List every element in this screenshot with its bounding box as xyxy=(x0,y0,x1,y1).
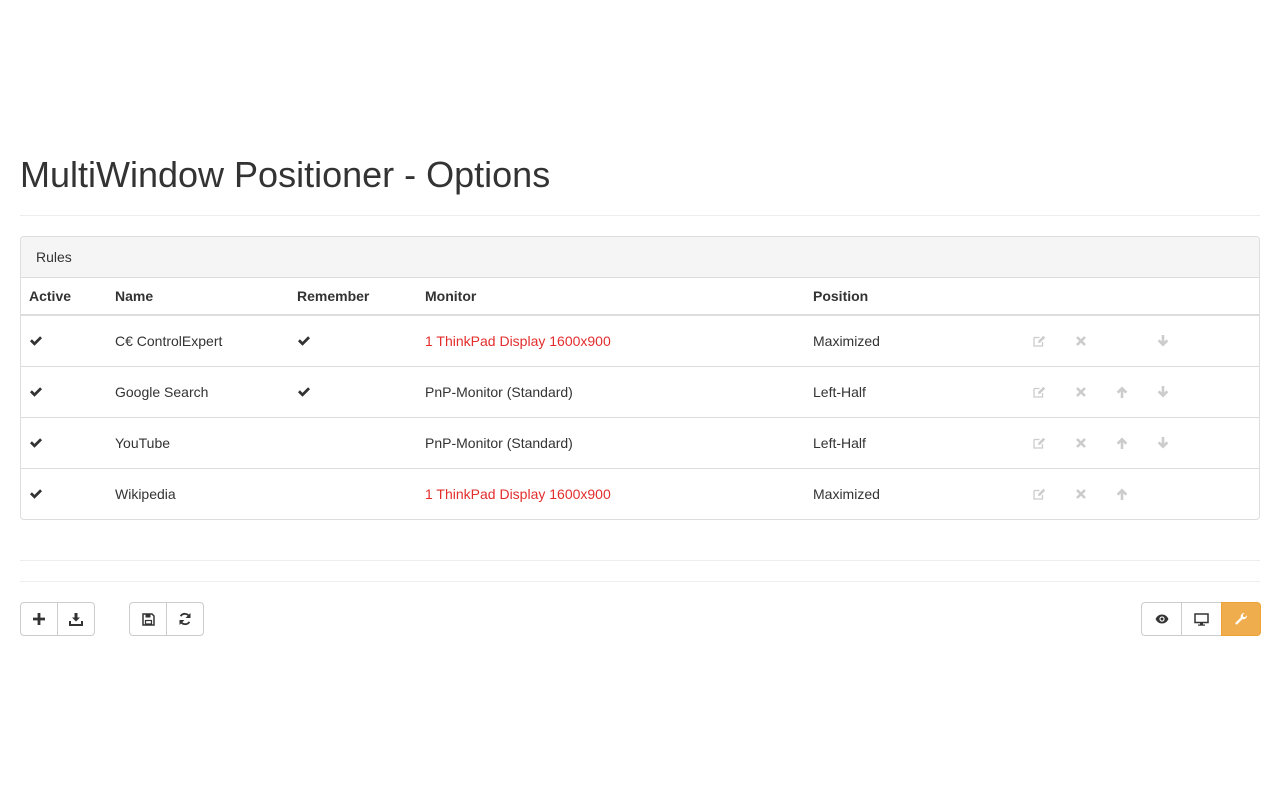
check-icon xyxy=(298,386,310,397)
save-button[interactable] xyxy=(129,602,167,636)
col-remember: Remember xyxy=(289,278,417,316)
col-monitor: Monitor xyxy=(417,278,805,316)
check-icon xyxy=(30,489,42,499)
col-active: Active xyxy=(21,278,107,316)
floppy-disk-icon xyxy=(141,612,155,626)
rules-panel-heading: Rules xyxy=(21,237,1259,278)
rules-table-header: Active Name Remember Monitor Position xyxy=(21,278,1259,316)
preview-button[interactable] xyxy=(1141,602,1182,636)
move-down-button[interactable] xyxy=(1142,331,1183,351)
arrow-up-icon xyxy=(1116,386,1127,398)
active-cell[interactable] xyxy=(21,467,107,519)
rule-actions xyxy=(1011,365,1259,417)
edit-icon xyxy=(1033,386,1046,398)
remember-cell xyxy=(289,467,417,519)
title-divider xyxy=(20,215,1260,216)
edit-icon xyxy=(1033,335,1046,347)
table-row: Google Search PnP-Monitor (Standard) Left-… xyxy=(21,365,1259,417)
delete-rule-button[interactable] xyxy=(1060,433,1101,453)
arrow-up-icon xyxy=(1116,488,1127,500)
footer-divider-bottom xyxy=(20,581,1260,582)
arrow-down-icon xyxy=(1157,385,1168,397)
check-icon xyxy=(30,386,42,397)
arrow-down-icon xyxy=(1157,334,1168,347)
wrench-icon xyxy=(1235,612,1248,625)
delete-icon xyxy=(1075,386,1086,397)
refresh-icon xyxy=(179,612,191,626)
move-down-button[interactable] xyxy=(1142,382,1183,402)
delete-rule-button[interactable] xyxy=(1060,484,1101,504)
check-icon xyxy=(30,437,42,448)
rule-name: C€ ControlExpert xyxy=(115,332,223,349)
table-row: Wikipedia 1 ThinkPad Display 1600x900 Maxi… xyxy=(21,467,1259,519)
remember-cell xyxy=(289,416,417,468)
remember-cell xyxy=(289,315,417,366)
monitors-button[interactable] xyxy=(1181,602,1222,636)
reload-button[interactable] xyxy=(166,602,204,636)
options-page: MultiWindow Positioner - Options Rules A… xyxy=(0,0,1280,800)
rule-monitor: PnP-Monitor (Standard) xyxy=(417,416,805,468)
active-cell[interactable] xyxy=(21,416,107,468)
col-actions xyxy=(1011,278,1259,316)
add-import-group xyxy=(20,602,95,636)
rule-position: Maximized xyxy=(805,467,1011,519)
page-title: MultiWindow Positioner - Options xyxy=(20,154,551,195)
rule-name: Google Search xyxy=(107,365,289,417)
move-down-button xyxy=(1142,484,1183,504)
monitor-icon xyxy=(1194,612,1209,626)
edit-rule-button[interactable] xyxy=(1019,433,1060,453)
delete-rule-button[interactable] xyxy=(1060,331,1101,351)
arrow-down-icon xyxy=(1157,436,1168,448)
rule-monitor: 1 ThinkPad Display 1600x900 xyxy=(417,467,805,519)
edit-icon xyxy=(1033,437,1046,449)
delete-icon xyxy=(1075,437,1086,448)
delete-rule-button[interactable] xyxy=(1060,382,1101,402)
move-up-button[interactable] xyxy=(1101,433,1142,453)
rule-name: YouTube xyxy=(107,416,289,468)
rules-panel: Rules Active Name Remember Monitor Posit… xyxy=(20,236,1260,520)
footer-divider-top xyxy=(20,560,1260,561)
table-row: C€ ControlExpert 1 ThinkPad Display 1600x… xyxy=(21,315,1259,366)
settings-button[interactable] xyxy=(1221,602,1261,636)
save-reload-group xyxy=(129,602,204,636)
edit-rule-button[interactable] xyxy=(1019,331,1060,351)
active-cell[interactable] xyxy=(21,365,107,417)
check-icon xyxy=(30,336,42,346)
remember-cell xyxy=(289,365,417,417)
active-cell[interactable] xyxy=(21,315,107,366)
edit-icon xyxy=(1033,488,1046,500)
delete-icon xyxy=(1075,335,1086,346)
rules-table: Active Name Remember Monitor Position C€… xyxy=(21,278,1259,519)
rule-actions xyxy=(1011,467,1259,519)
download-icon xyxy=(69,612,83,626)
rule-name: Wikipedia xyxy=(107,467,289,519)
import-button[interactable] xyxy=(57,602,95,636)
edit-rule-button[interactable] xyxy=(1019,382,1060,402)
rule-position: Maximized xyxy=(813,332,880,349)
rule-monitor: 1 ThinkPad Display 1600x900 xyxy=(425,332,611,349)
view-mode-group xyxy=(1141,602,1261,636)
col-name: Name xyxy=(107,278,289,316)
delete-icon xyxy=(1075,488,1086,499)
move-down-button[interactable] xyxy=(1142,433,1183,453)
rule-actions xyxy=(1011,416,1259,468)
eye-icon xyxy=(1155,614,1168,624)
rule-monitor: PnP-Monitor (Standard) xyxy=(417,365,805,417)
rule-actions xyxy=(1011,315,1259,366)
col-position: Position xyxy=(805,278,1011,316)
rule-position: Left-Half xyxy=(805,416,1011,468)
edit-rule-button[interactable] xyxy=(1019,484,1060,504)
move-up-button[interactable] xyxy=(1101,382,1142,402)
move-up-button[interactable] xyxy=(1101,484,1142,504)
plus-icon xyxy=(33,613,45,625)
add-rule-button[interactable] xyxy=(20,602,58,636)
check-icon xyxy=(298,336,310,346)
arrow-up-icon xyxy=(1116,437,1127,449)
rule-position: Left-Half xyxy=(805,365,1011,417)
move-up-button xyxy=(1101,331,1142,351)
table-row: YouTube PnP-Monitor (Standard) Left-Half xyxy=(21,416,1259,468)
